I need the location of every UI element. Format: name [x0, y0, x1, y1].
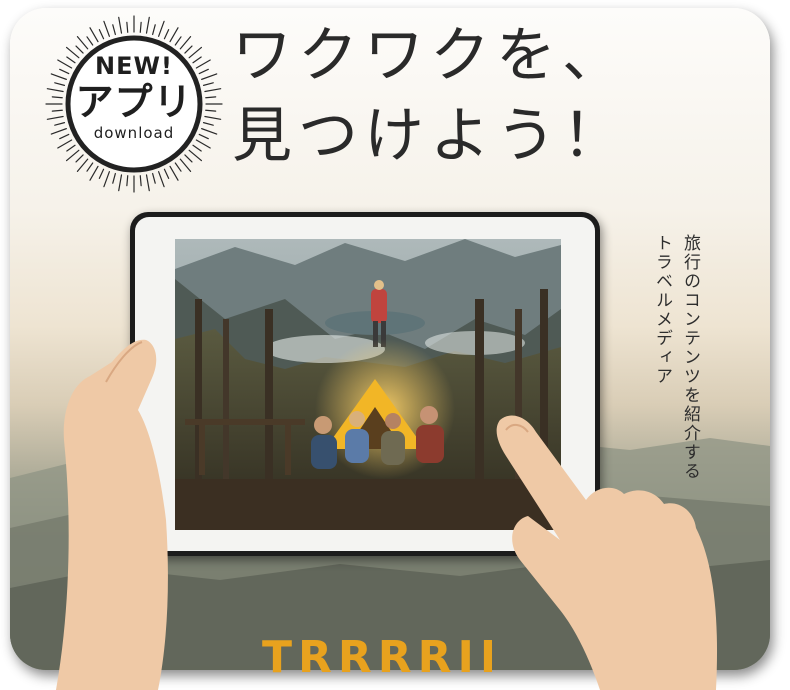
- hands-illustration: [56, 339, 718, 690]
- brand-name: TRRRRIP: [262, 636, 492, 676]
- brand-logo: TRRRRIP: [262, 636, 492, 676]
